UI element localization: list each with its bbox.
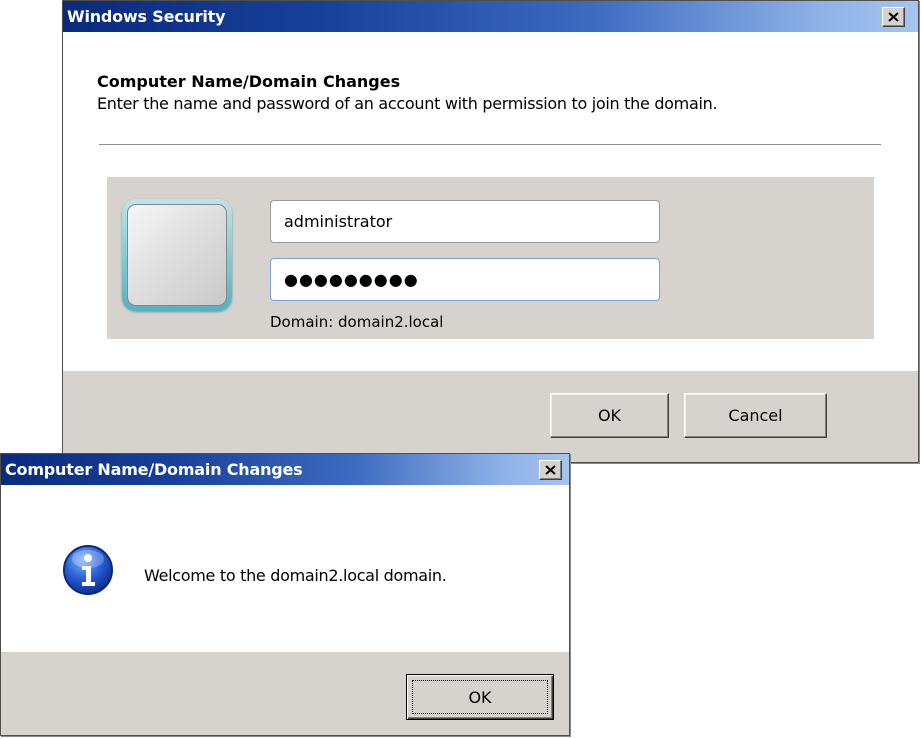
security-description: Enter the name and password of an accoun… (97, 94, 718, 113)
cancel-button-label: Cancel (728, 406, 783, 425)
username-value: administrator (284, 212, 393, 231)
security-footer: OK Cancel (63, 371, 918, 462)
cancel-button[interactable]: Cancel (684, 393, 827, 438)
security-heading: Computer Name/Domain Changes (97, 72, 401, 91)
welcome-message: Welcome to the domain2.local domain. (144, 566, 447, 585)
security-close-button[interactable] (882, 7, 905, 27)
security-titlebar[interactable]: Windows Security (63, 1, 918, 32)
credential-panel: administrator ●●●●●●●●● Domain: domain2.… (107, 177, 874, 339)
ok-button-label: OK (468, 687, 492, 707)
username-field[interactable]: administrator (270, 200, 660, 243)
security-title: Windows Security (67, 7, 226, 26)
domain-titlebar[interactable]: Computer Name/Domain Changes (1, 454, 569, 485)
close-icon (888, 12, 899, 22)
user-tile-picture (127, 204, 227, 306)
domain-close-button[interactable] (539, 460, 562, 480)
domain-label: Domain: domain2.local (270, 313, 444, 331)
password-field[interactable]: ●●●●●●●●● (270, 258, 660, 301)
domain-footer: OK (1, 652, 569, 735)
ok-button[interactable]: OK (406, 674, 554, 720)
security-divider (99, 144, 881, 145)
close-icon (545, 465, 556, 475)
windows-security-dialog: Windows Security Computer Name/Domain Ch… (62, 0, 919, 463)
ok-button[interactable]: OK (550, 393, 669, 438)
user-tile-icon (122, 199, 232, 311)
info-icon (63, 545, 113, 595)
ok-button-label: OK (597, 406, 622, 425)
password-value: ●●●●●●●●● (284, 270, 419, 289)
domain-changes-dialog: Computer Name/Domain Changes Welcome to … (0, 453, 570, 736)
domain-title: Computer Name/Domain Changes (5, 460, 303, 479)
